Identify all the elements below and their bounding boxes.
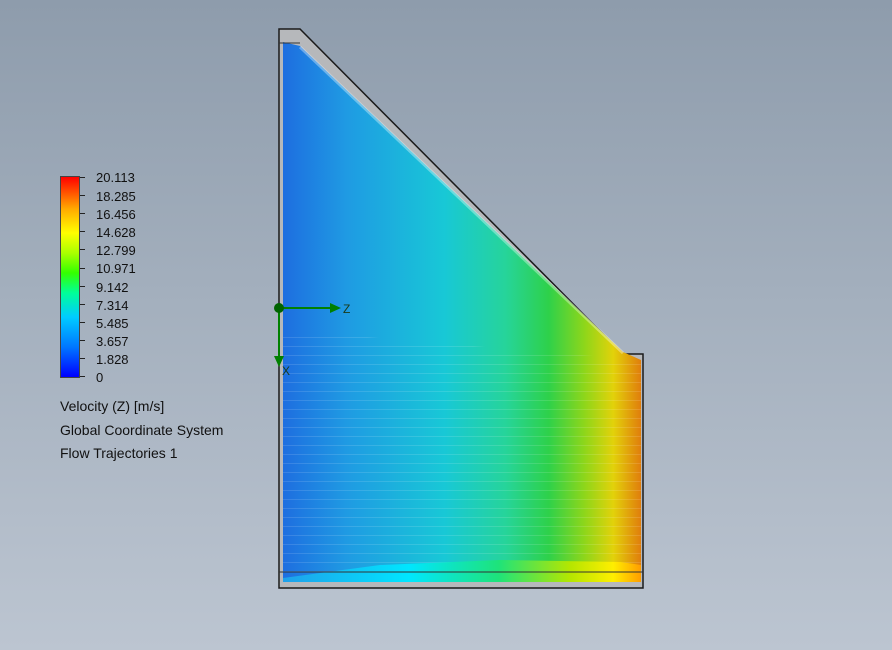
legend-tick (80, 249, 85, 250)
legend-tick (80, 340, 85, 341)
legend-tick (80, 376, 85, 377)
legend-value: 5.485 (96, 316, 129, 331)
quantity-caption: Velocity (Z) [m/s] (60, 398, 165, 414)
legend-value: 1.828 (96, 352, 129, 367)
legend-value: 7.314 (96, 298, 129, 313)
legend-tick (80, 286, 85, 287)
legend-tick (80, 322, 85, 323)
legend-value: 18.285 (96, 189, 136, 204)
legend-value: 9.142 (96, 280, 129, 295)
streamline-texture (283, 330, 641, 582)
legend-value: 14.628 (96, 225, 136, 240)
legend-tick (80, 195, 85, 196)
legend-tick (80, 358, 85, 359)
legend-value: 12.799 (96, 243, 136, 258)
legend-tick (80, 268, 85, 269)
x-axis-label: X (282, 364, 290, 378)
legend-value-max: 20.113 (96, 170, 135, 185)
triad-origin (274, 303, 284, 313)
legend-color-bar (60, 176, 80, 378)
legend-tick (80, 304, 85, 305)
graphics-viewport[interactable]: Z X 20.113 18.285 16.456 14.628 12.799 1… (0, 0, 892, 650)
coordinate-system-caption: Global Coordinate System (60, 422, 224, 438)
legend-value: 3.657 (96, 334, 129, 349)
legend-value-min: 0 (96, 370, 104, 385)
legend-value: 10.971 (96, 261, 136, 276)
legend-tick (80, 231, 85, 232)
legend-tick (80, 213, 85, 214)
legend-value: 16.456 (96, 207, 136, 222)
legend-tick (80, 177, 85, 178)
z-axis-label: Z (343, 302, 350, 316)
flow-model-svg: Z X (274, 28, 644, 589)
plot-name-caption: Flow Trajectories 1 (60, 445, 178, 461)
